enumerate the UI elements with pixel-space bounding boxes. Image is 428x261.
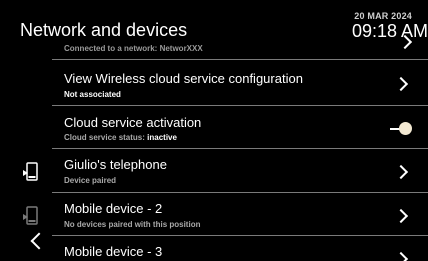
row-subtitle: Cloud service status: inactive bbox=[64, 133, 177, 142]
status-value: inactive bbox=[147, 133, 177, 142]
chevron-right-icon[interactable] bbox=[393, 76, 409, 92]
row-label: Cloud service activation bbox=[64, 115, 202, 130]
row-subtitle: Not associated bbox=[64, 90, 121, 99]
chevron-right-icon[interactable] bbox=[393, 164, 409, 180]
page-title: Network and devices bbox=[20, 20, 188, 40]
cloud-service-toggle[interactable] bbox=[388, 122, 414, 136]
mobile-phone-dim-icon bbox=[23, 206, 38, 225]
row-label: View Wireless cloud service configuratio… bbox=[64, 71, 303, 86]
list-item-wireless-cloud-config[interactable]: View Wireless cloud service configuratio… bbox=[52, 60, 428, 105]
back-arrow-icon[interactable] bbox=[30, 232, 48, 250]
status-prefix: Cloud service status: bbox=[64, 133, 148, 142]
mobile-phone-icon bbox=[23, 162, 38, 181]
row-label: Mobile device - 3 bbox=[64, 244, 163, 259]
list-item-cloud-service-activation: Cloud service activation Cloud service s… bbox=[52, 106, 428, 148]
list-item-mobile-device-3[interactable]: Mobile device - 3 bbox=[52, 236, 428, 261]
clock-time: 09:18 AM bbox=[351, 21, 428, 41]
date-label: 20 MAR 2024 bbox=[354, 11, 412, 21]
toggle-knob bbox=[399, 122, 412, 135]
row-label: Giulio's telephone bbox=[64, 157, 167, 172]
list-item-giulio-telephone[interactable]: Giulio's telephone Device paired bbox=[52, 149, 428, 192]
chevron-right-icon[interactable] bbox=[393, 251, 409, 261]
chevron-right-icon[interactable] bbox=[393, 208, 409, 224]
network-devices-screen: Network and devices 20 MAR 2024 09:18 AM… bbox=[0, 0, 428, 261]
row-subtitle: Device paired bbox=[64, 176, 117, 185]
row-subtitle: No devices paired with this position bbox=[64, 220, 201, 229]
list-item-mobile-device-2[interactable]: Mobile device - 2 No devices paired with… bbox=[52, 193, 428, 235]
network-status-subtitle: Connected to a network: NetworXXX bbox=[64, 44, 203, 53]
row-label: Mobile device - 2 bbox=[64, 201, 163, 216]
